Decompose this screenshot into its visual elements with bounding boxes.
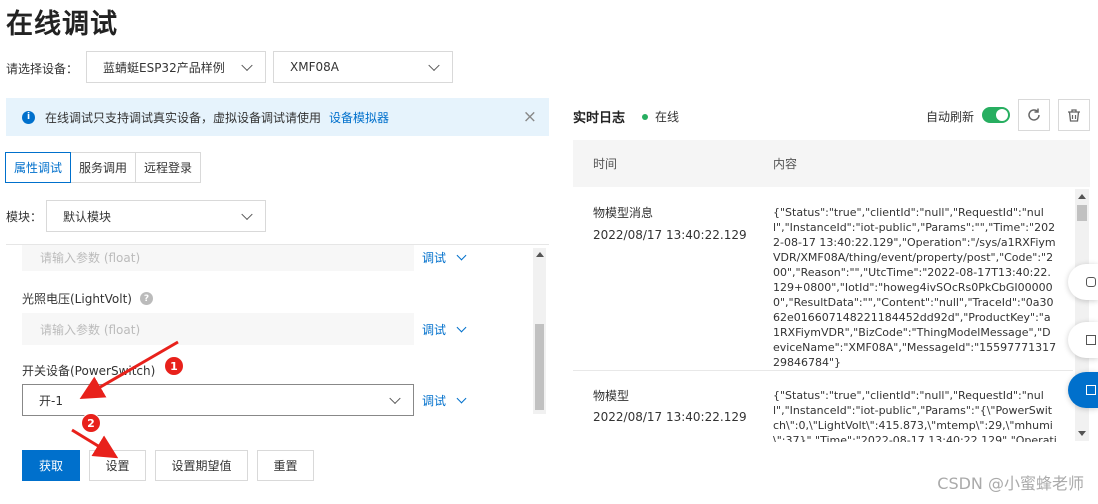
float-widget-apps[interactable] <box>1068 372 1098 408</box>
tab-property-debug[interactable]: 属性调试 <box>5 152 72 183</box>
col-time: 时间 <box>593 157 618 171</box>
auto-refresh-label: 自动刷新 <box>926 110 975 124</box>
chat-icon <box>1086 277 1096 287</box>
log-entry-content: {"Status":"true","clientId":"null","Requ… <box>773 206 1057 369</box>
trash-icon <box>1068 109 1080 122</box>
float-widget-message[interactable] <box>1068 322 1098 358</box>
clear-log-button[interactable] <box>1058 99 1090 131</box>
log-entry-type: 物模型消息 <box>593 206 654 220</box>
log-entry-content: {"Status":"true","clientId":"null","Requ… <box>773 389 1057 442</box>
scroll-down-icon[interactable] <box>1078 431 1086 436</box>
log-title: 实时日志 <box>573 111 626 126</box>
scroll-up-icon[interactable] <box>1078 194 1086 199</box>
log-entry-time: 2022/08/17 13:40:22.129 <box>593 228 747 242</box>
row-divider <box>573 370 1073 371</box>
status-text: 在线 <box>655 110 680 124</box>
log-entry-time: 2022/08/17 13:40:22.129 <box>593 410 747 424</box>
col-content: 内容 <box>773 157 798 171</box>
watermark: CSDN @小蜜蜂老师 <box>937 474 1084 493</box>
annotation-badge-1: 1 <box>164 356 184 376</box>
refresh-button[interactable] <box>1018 99 1050 131</box>
apps-icon <box>1086 385 1096 395</box>
float-widget-chat[interactable] <box>1068 264 1098 300</box>
log-entry-type: 物模型 <box>593 389 630 403</box>
log-table-header: 时间 内容 <box>573 140 1090 187</box>
online-dot-icon <box>642 113 648 120</box>
scroll-thumb[interactable] <box>1077 205 1087 221</box>
annotation-badge-2: 2 <box>81 413 101 433</box>
message-icon <box>1086 335 1096 345</box>
refresh-icon <box>1028 108 1040 121</box>
auto-refresh-toggle[interactable] <box>982 107 1010 123</box>
log-entries: 物模型消息 2022/08/17 13:40:22.129 {"Status":… <box>573 188 1073 442</box>
log-status: 在线 <box>642 108 679 125</box>
annotation-arrow-2 <box>71 428 119 459</box>
